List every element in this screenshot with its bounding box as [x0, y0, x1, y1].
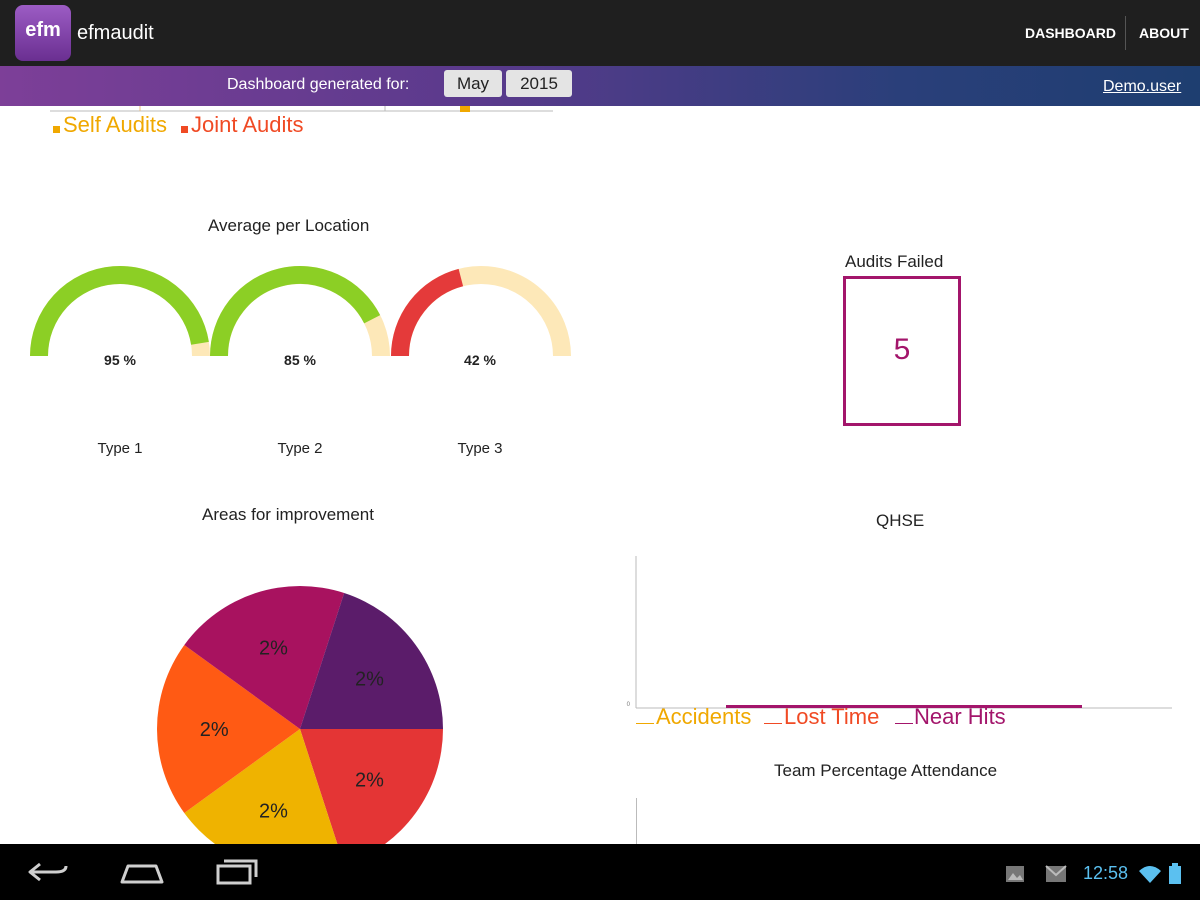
pie-chart: 2% 2% 2% 2% 2% — [157, 586, 443, 844]
gallery-icon — [1006, 866, 1024, 882]
self-audits-legend: Self Audits — [63, 112, 167, 137]
year-select[interactable]: 2015 — [506, 70, 572, 97]
pie-slice-label: 2% — [355, 769, 384, 791]
joint-audits-swatch — [181, 126, 188, 133]
date-bar: Dashboard generated for: May 2015 Demo.u… — [0, 66, 1200, 106]
gauge-label-type3: Type 3 — [457, 440, 503, 457]
user-link[interactable]: Demo.user — [1103, 78, 1181, 96]
pie-slice-label: 2% — [259, 801, 288, 823]
near-hits-legend: Near Hits — [914, 704, 1006, 729]
gauges-area — [30, 266, 571, 357]
pie-slice-label: 2% — [200, 719, 229, 741]
attendance-chart-axis — [636, 798, 637, 844]
qhse-chart: 0 — [627, 556, 1172, 709]
gauge-fill — [210, 266, 381, 357]
qhse-title: QHSE — [876, 511, 925, 530]
audits-failed-box[interactable]: 5 — [843, 276, 961, 426]
battery-icon — [1169, 863, 1181, 884]
qhse-y-tick: 0 — [627, 702, 631, 708]
gauge-label-type2: Type 2 — [277, 440, 323, 457]
month-select[interactable]: May — [444, 70, 502, 97]
self-audits-swatch — [53, 126, 60, 133]
attendance-title: Team Percentage Attendance — [774, 761, 998, 780]
accidents-swatch — [636, 723, 654, 724]
dashboard-tab[interactable]: DASHBOARD — [1025, 25, 1116, 41]
action-bar: efm efmaudit DASHBOARD ABOUT — [0, 0, 1200, 66]
pie-slice-label: 2% — [259, 637, 288, 659]
dashboard-content: Self Audits Joint Audits Average per Loc… — [0, 106, 1200, 844]
pie-slice-label: 2% — [355, 669, 384, 691]
gauge-value-type2: 85 % — [284, 352, 316, 368]
recent-apps-icon[interactable] — [214, 858, 260, 886]
nav-divider — [1125, 16, 1126, 50]
gauge-value-type1: 95 % — [104, 352, 136, 368]
gauge-fill — [30, 266, 209, 357]
home-icon[interactable] — [118, 862, 166, 884]
pie-title: Areas for improvement — [202, 505, 374, 524]
back-icon[interactable] — [26, 860, 70, 884]
system-nav-bar: 12:58 — [0, 844, 1200, 900]
status-clock: 12:58 — [1083, 863, 1129, 883]
audits-failed-value: 5 — [893, 333, 911, 366]
gauge-value-type3: 42 % — [464, 352, 496, 368]
generated-for-label: Dashboard generated for: — [227, 76, 410, 93]
mail-icon — [1045, 865, 1067, 882]
app-title: efmaudit — [77, 22, 154, 44]
app-logo-text: efm — [25, 19, 61, 41]
near-hits-swatch — [895, 723, 913, 724]
lost-time-swatch — [764, 723, 782, 724]
about-tab[interactable]: ABOUT — [1139, 25, 1189, 41]
gauges-title: Average per Location — [208, 216, 370, 235]
lost-time-legend: Lost Time — [784, 704, 880, 729]
gauge-fill — [391, 268, 464, 357]
gauge-label-type1: Type 1 — [97, 440, 143, 457]
wifi-icon — [1139, 866, 1161, 883]
app-logo[interactable]: efm — [15, 5, 71, 61]
audits-failed-title: Audits Failed — [845, 252, 944, 271]
joint-audits-legend: Joint Audits — [191, 112, 304, 137]
accidents-legend: Accidents — [656, 704, 752, 729]
